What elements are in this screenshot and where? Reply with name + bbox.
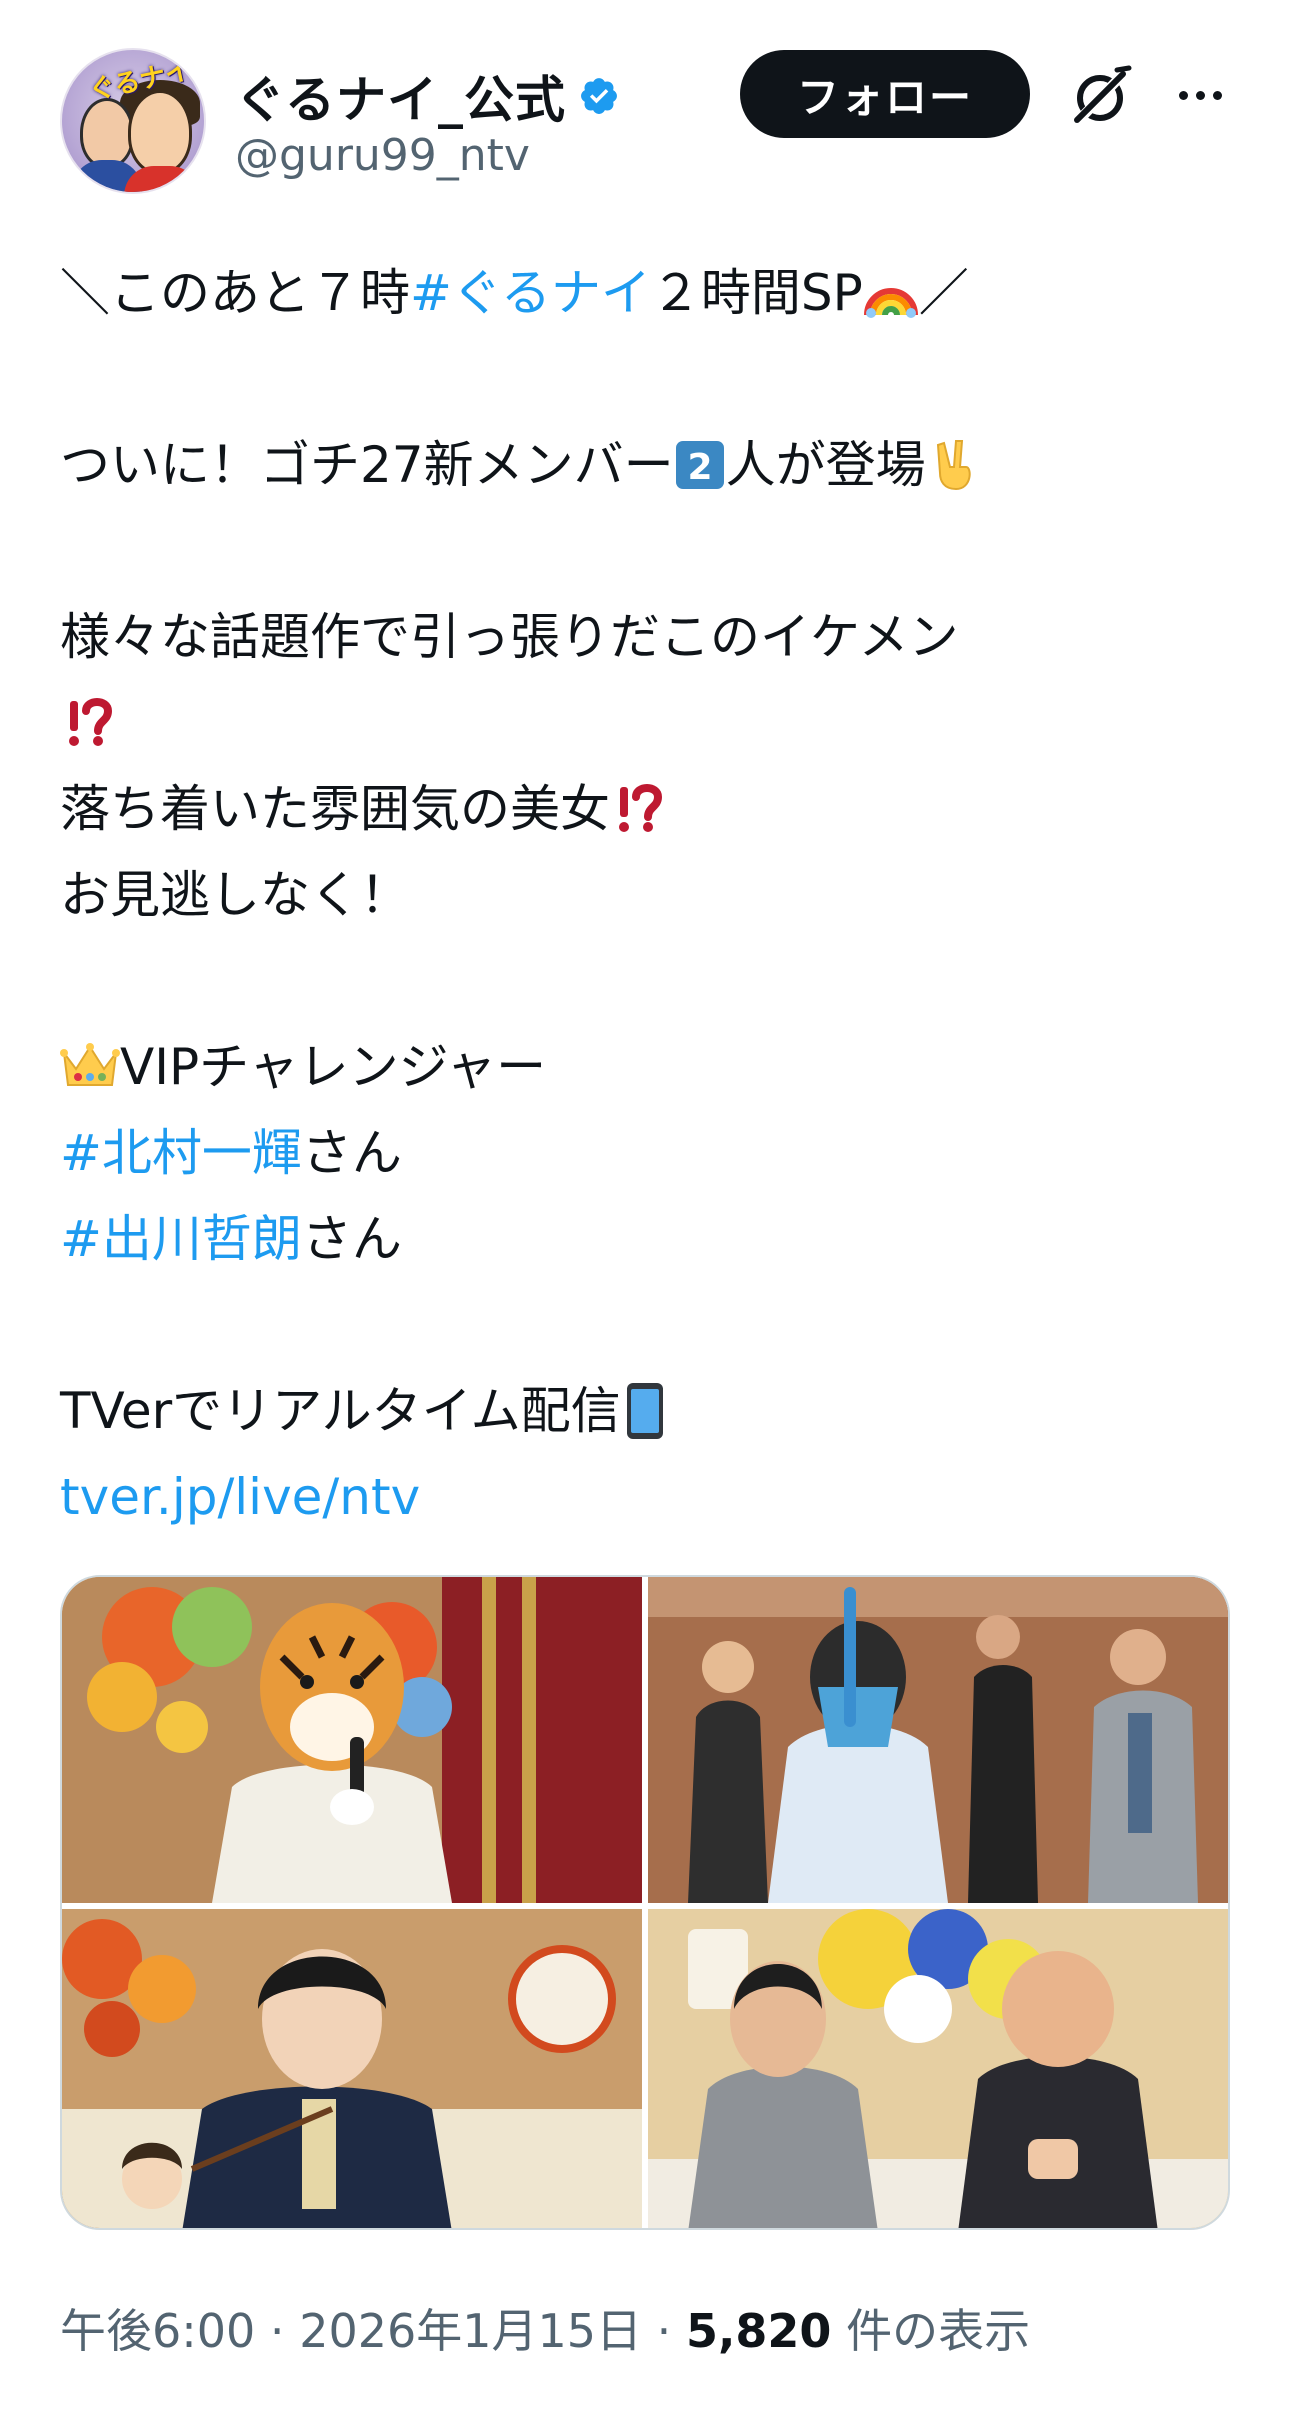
mobile-phone-icon xyxy=(626,1383,663,1439)
follow-button[interactable]: フォロー xyxy=(740,50,1030,138)
name-row: ぐるナイ_公式 xyxy=(235,60,620,132)
avatar-body-right xyxy=(124,166,200,192)
tweet-line-10: TVerでリアルタイム配信 xyxy=(60,1368,1240,1454)
victory-hand-icon xyxy=(936,440,971,491)
tweet-line-6: お見逃しなく！ xyxy=(60,866,410,924)
tweet-line-11: tver.jp/live/ntv xyxy=(60,1454,1240,1540)
user-handle[interactable]: @guru99_ntv xyxy=(235,130,530,181)
view-count: 5,820 xyxy=(685,2304,832,2358)
svg-text:2: 2 xyxy=(687,447,712,488)
tweet-line-4 xyxy=(60,680,1240,766)
hashtag-kitamura[interactable]: #北村一輝 xyxy=(60,1110,302,1196)
tweet-text: ＼このあと７時 #ぐるナイ ２時間SP ／ ついに！ゴチ27新メンバー 2 人が… xyxy=(60,250,1240,1540)
hashtag-gurunai[interactable]: #ぐるナイ xyxy=(410,250,651,336)
interrobang-icon xyxy=(69,698,113,746)
media-photo-3[interactable] xyxy=(62,1909,642,2228)
tweet-header: ぐるナイ ぐるナイ_公式 @guru99_ntv フォロー xyxy=(60,48,1240,198)
tweet-line-8: #北村一輝 さん xyxy=(60,1110,1240,1196)
rainbow-icon xyxy=(863,288,918,318)
media-photo-1[interactable] xyxy=(62,1577,642,1903)
tweet-line-5: 落ち着いた雰囲気の美女 xyxy=(60,766,1240,852)
tweet-line-7: VIPチャレンジャー xyxy=(60,1024,1240,1110)
avatar[interactable]: ぐるナイ xyxy=(60,48,206,194)
media-photo-4[interactable] xyxy=(648,1909,1228,2228)
avatar-face-right xyxy=(128,90,192,174)
more-options-icon[interactable] xyxy=(1165,70,1235,120)
tver-link[interactable]: tver.jp/live/ntv xyxy=(60,1454,420,1540)
verified-badge-icon xyxy=(581,78,617,114)
tweet-line-3: 様々な話題作で引っ張りだこのイケメン xyxy=(60,608,959,666)
tweet-meta: 午後6:00 · 2026年1月15日 · 5,820 件の表示 xyxy=(60,2304,1031,2358)
display-name[interactable]: ぐるナイ_公式 xyxy=(235,60,566,132)
tweet-time[interactable]: 午後6:00 xyxy=(60,2304,255,2358)
crown-icon xyxy=(60,1043,120,1086)
avatar-face-left xyxy=(80,98,134,168)
media-grid xyxy=(60,1575,1230,2230)
tweet-line-1: ＼このあと７時 #ぐるナイ ２時間SP ／ xyxy=(60,250,1240,336)
grok-icon[interactable] xyxy=(1065,60,1135,130)
interrobang-icon xyxy=(619,784,663,832)
tweet-line-2: ついに！ゴチ27新メンバー 2 人が登場 xyxy=(60,422,1240,508)
tweet-date[interactable]: 2026年1月15日 xyxy=(299,2304,642,2358)
keycap-two-icon: 2 xyxy=(675,441,724,489)
view-label: 件の表示 xyxy=(831,2304,1031,2358)
media-photo-2[interactable] xyxy=(648,1577,1228,1903)
tweet-line-9: #出川哲朗 さん xyxy=(60,1196,1240,1282)
hashtag-degawa[interactable]: #出川哲朗 xyxy=(60,1196,302,1282)
